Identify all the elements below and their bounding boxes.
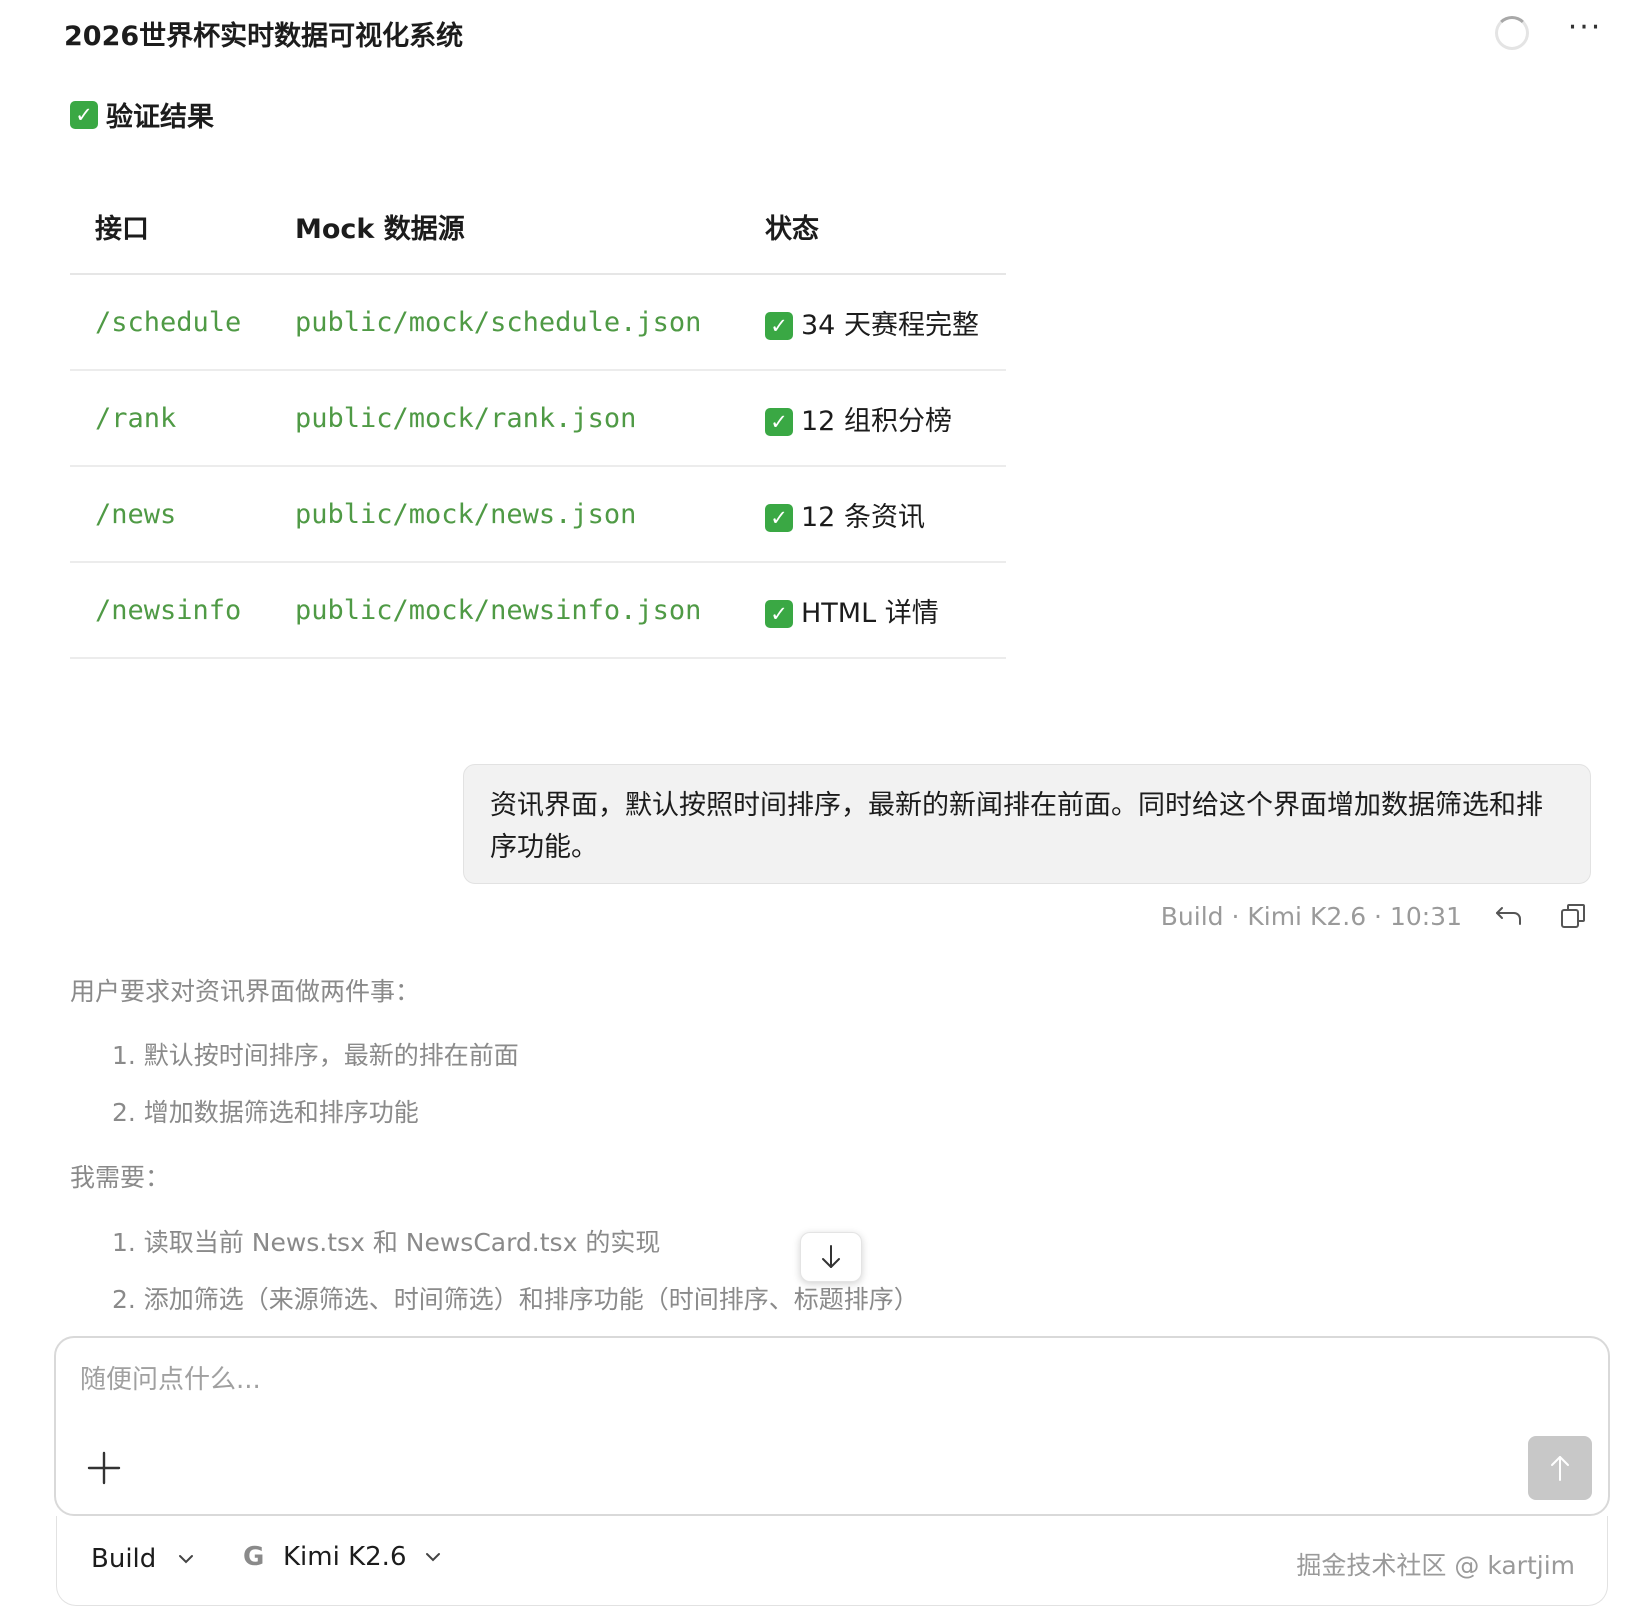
watermark: 掘金技术社区 @ kartjim [1296,1551,1575,1580]
scroll-to-bottom-button[interactable] [800,1232,862,1282]
assistant-need-label: 我需要： [70,1163,171,1192]
api-table: 接口 Mock 数据源 状态 /schedule public/mock/sch… [70,180,1006,659]
status-text: 34 天赛程完整 [801,309,979,341]
more-options-icon[interactable]: ··· [1565,13,1605,46]
page-title: 2026世界杯实时数据可视化系统 [64,21,464,52]
loading-spinner-icon [1495,16,1529,50]
assistant-step: 2. 添加筛选（来源筛选、时间筛选）和排序功能（时间排序、标题排序） [112,1285,919,1314]
source-cell: public/mock/newsinfo.json [270,562,740,659]
endpoint-cell: /newsinfo [70,562,270,659]
verify-heading-text: 验证结果 [106,102,214,133]
source-cell: public/mock/schedule.json [270,274,740,371]
copy-icon[interactable] [1556,899,1590,933]
status-cell: ✓ 12 组积分榜 [740,370,1006,467]
composer [54,1336,1610,1516]
arrow-down-icon [822,1245,840,1268]
endpoint-cell: /rank [70,370,270,467]
message-meta-row: Build · Kimi K2.6 · 10:31 [1161,896,1590,936]
status-cell: ✓ HTML 详情 [740,562,1006,659]
check-icon: ✓ [70,100,98,129]
message-meta: Build · Kimi K2.6 · 10:31 [1160,901,1462,931]
revert-icon[interactable] [1492,899,1526,933]
chevron-down-icon [425,1553,440,1562]
composer-toolbar: Build G Kimi K2.6 掘金技术社区 @ kartjim [56,1516,1608,1606]
table-row: /schedule public/mock/schedule.json ✓ 34 … [70,274,1006,371]
assistant-task: 1. 默认按时间排序，最新的排在前面 [112,1041,519,1070]
status-cell: ✓ 12 条资讯 [740,466,1006,563]
table-row: /rank public/mock/rank.json ✓ 12 组积分榜 [70,370,1006,467]
status-text: HTML 详情 [801,597,939,629]
table-header-status: 状态 [740,180,1006,275]
message-input[interactable] [80,1360,1480,1400]
table-header-row: 接口 Mock 数据源 状态 [70,180,1006,275]
check-icon: ✓ [765,504,793,532]
mode-label: Build [91,1544,157,1574]
verify-heading: ✓ 验证结果 [70,95,214,134]
check-icon: ✓ [765,408,793,436]
source-cell: public/mock/rank.json [270,370,740,467]
source-cell: public/mock/news.json [270,466,740,563]
model-select[interactable]: G Kimi K2.6 [243,1542,441,1572]
check-icon: ✓ [765,600,793,628]
assistant-intro: 用户要求对资讯界面做两件事： [70,977,421,1006]
user-message-bubble: 资讯界面，默认按照时间排序，最新的新闻排在前面。同时给这个界面增加数据筛选和排序… [463,764,1591,884]
chat-page: 2026世界杯实时数据可视化系统 ··· ✓ 验证结果 接口 Mock 数据源 … [0,0,1626,1618]
plus-icon[interactable] [86,1450,122,1486]
status-cell: ✓ 34 天赛程完整 [740,274,1006,371]
assistant-task: 2. 增加数据筛选和排序功能 [112,1098,419,1127]
table-row: /news public/mock/news.json ✓ 12 条资讯 [70,466,1006,563]
check-icon: ✓ [765,312,793,340]
assistant-step: 1. 读取当前 News.tsx 和 NewsCard.tsx 的实现 [112,1228,661,1257]
table-header-endpoint: 接口 [70,180,270,275]
mode-select[interactable]: Build [91,1544,194,1574]
endpoint-cell: /schedule [70,274,270,371]
status-text: 12 组积分榜 [801,405,952,437]
model-label: Kimi K2.6 [283,1542,407,1572]
table-header-source: Mock 数据源 [270,180,740,275]
endpoint-cell: /news [70,466,270,563]
chevron-down-icon [179,1555,194,1564]
table-row: /newsinfo public/mock/newsinfo.json ✓ HTM… [70,562,1006,659]
model-logo-icon: G [243,1542,265,1572]
status-text: 12 条资讯 [801,501,925,533]
arrow-up-icon [1551,1456,1569,1481]
send-button[interactable] [1528,1436,1592,1500]
